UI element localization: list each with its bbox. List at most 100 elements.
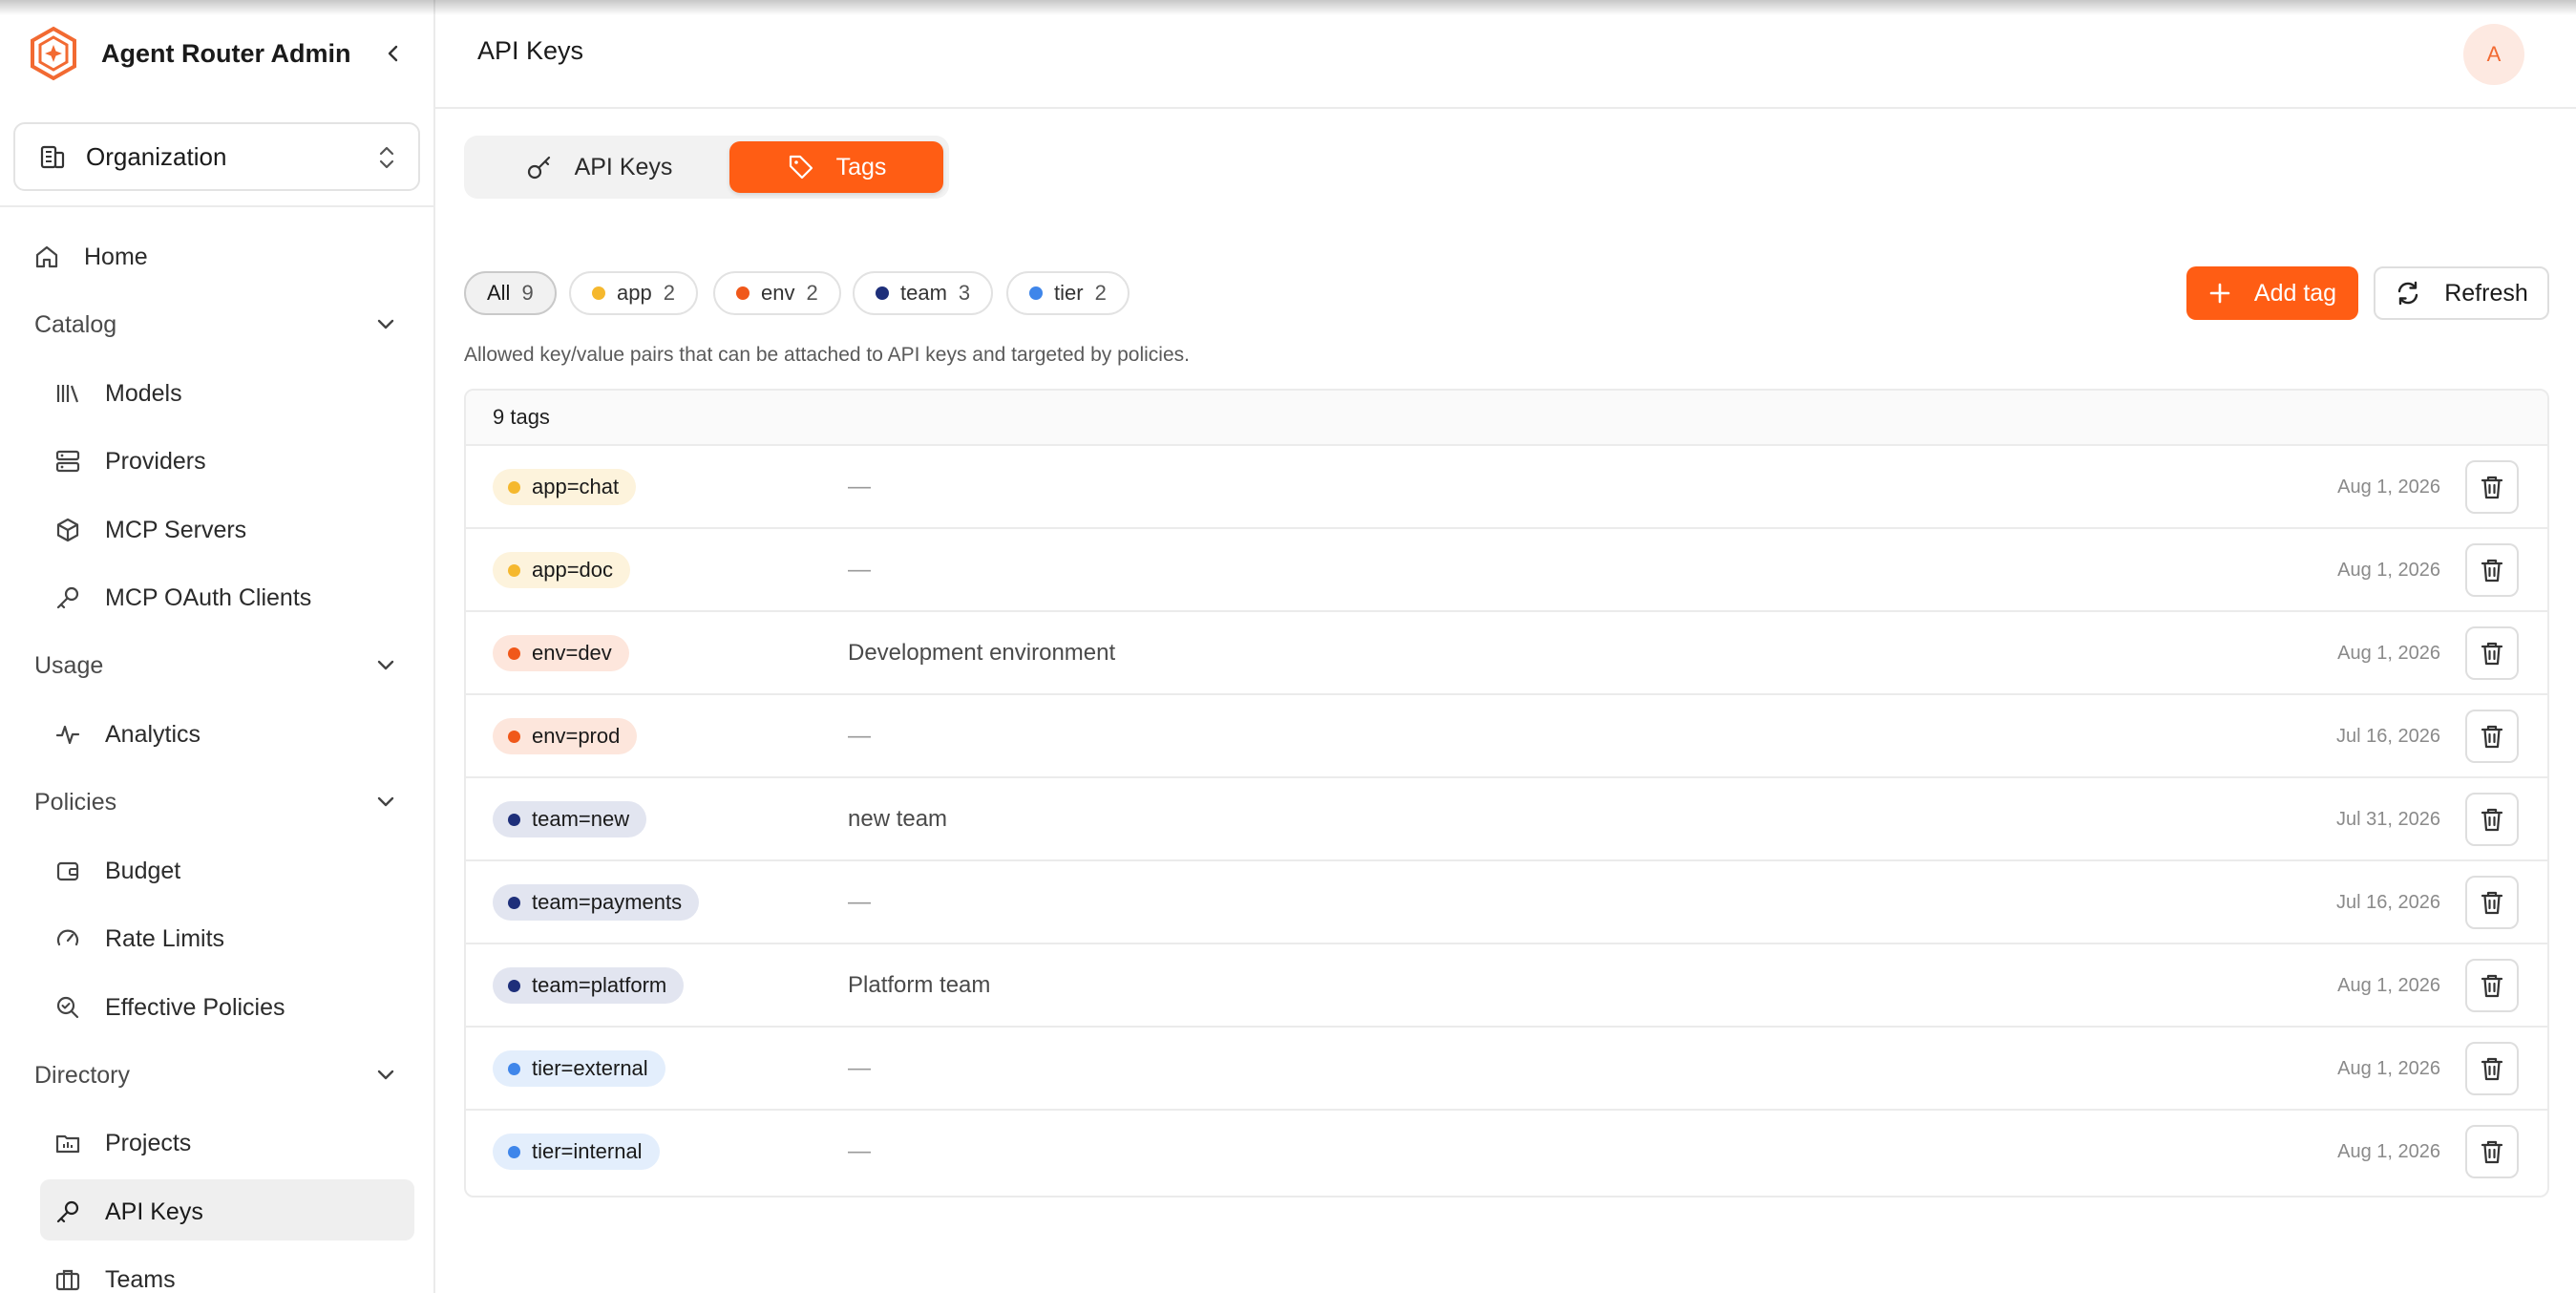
status-dot [736, 286, 750, 300]
table-row: app=doc — Aug 1, 2026 [466, 529, 2547, 612]
sidebar-item-teams[interactable]: Teams [0, 1250, 433, 1293]
status-dot [508, 563, 520, 577]
chip-label: All [487, 281, 511, 305]
filter-chip-env[interactable]: env 2 [713, 271, 841, 315]
tab-label: API Keys [574, 153, 673, 180]
refresh-button[interactable]: Refresh [2374, 266, 2549, 320]
tag-description: — [848, 474, 871, 499]
tab-api-keys[interactable]: API Keys [472, 141, 726, 193]
chip-count: 3 [958, 281, 971, 305]
sidebar-group-catalog[interactable]: Catalog [0, 295, 433, 354]
add-tag-button[interactable]: Add tag [2186, 266, 2358, 320]
table-row: app=chat — Aug 1, 2026 [466, 446, 2547, 529]
status-dot [508, 646, 520, 660]
key-icon [53, 1198, 82, 1226]
delete-tag-button[interactable] [2465, 959, 2519, 1012]
delete-tag-button[interactable] [2465, 626, 2519, 680]
sidebar-group-directory[interactable]: Directory [0, 1046, 433, 1105]
tab-tags[interactable]: Tags [729, 141, 943, 193]
chip-label: team [900, 281, 947, 305]
table-row: team=new new team Jul 31, 2026 [466, 778, 2547, 861]
sidebar-group-label: Usage [34, 651, 104, 679]
organization-label: Organization [86, 141, 227, 171]
tag-pill: env=dev [493, 635, 629, 671]
tag-pill: app=chat [493, 469, 637, 505]
wallet-icon [53, 857, 82, 885]
library-icon [53, 379, 82, 408]
status-dot [508, 1062, 520, 1075]
sidebar-item-label: Budget [105, 857, 181, 884]
sidebar-item-mcp-servers[interactable]: MCP Servers [0, 500, 433, 560]
tag-pill: tier=external [493, 1050, 665, 1087]
delete-tag-button[interactable] [2465, 543, 2519, 597]
building-icon [40, 145, 65, 169]
key-icon [53, 583, 82, 612]
tag-key-value: app=chat [532, 475, 620, 498]
delete-tag-button[interactable] [2465, 876, 2519, 929]
status-dot [1029, 286, 1043, 300]
sidebar-item-label: MCP Servers [105, 516, 247, 543]
add-tag-label: Add tag [2253, 279, 2337, 307]
chip-label: app [617, 281, 652, 305]
brand-title: Agent Router Admin [101, 38, 351, 68]
status-dot [508, 730, 520, 743]
trash-icon [2481, 1057, 2503, 1081]
logo-icon [29, 26, 78, 81]
tag-pill: team=platform [493, 967, 685, 1004]
chip-count: 2 [663, 281, 675, 305]
sidebar-item-providers[interactable]: Providers [0, 432, 433, 491]
server-icon [53, 447, 82, 476]
tag-description: — [848, 1138, 871, 1164]
sidebar-item-models[interactable]: Models [0, 364, 433, 423]
chevron-down-icon [377, 796, 394, 807]
sidebar-item-budget[interactable]: Budget [0, 841, 433, 901]
sidebar-item-label: Models [105, 379, 182, 407]
collapse-sidebar-button[interactable] [374, 34, 412, 73]
sidebar-item-label: Analytics [105, 720, 201, 748]
delete-tag-button[interactable] [2465, 710, 2519, 763]
delete-tag-button[interactable] [2465, 1042, 2519, 1095]
sidebar-item-home[interactable]: Home [0, 227, 433, 286]
refresh-label: Refresh [2444, 279, 2528, 307]
tag-key-value: team=payments [532, 890, 683, 914]
organization-selector[interactable]: Organization [13, 122, 420, 191]
trash-icon [2481, 559, 2503, 583]
delete-tag-button[interactable] [2465, 793, 2519, 846]
sidebar-item-api-keys[interactable]: API Keys [0, 1179, 433, 1241]
sidebar-item-label: Home [84, 243, 148, 270]
delete-tag-button[interactable] [2465, 460, 2519, 514]
chip-count: 9 [521, 281, 534, 305]
delete-tag-button[interactable] [2465, 1125, 2519, 1178]
table-row: team=payments — Jul 16, 2026 [466, 861, 2547, 944]
refresh-icon [2395, 280, 2421, 307]
tag-description: Platform team [848, 972, 991, 998]
sidebar-item-mcp-oauth-clients[interactable]: MCP OAuth Clients [0, 568, 433, 627]
chip-label: env [761, 281, 795, 305]
tag-key-value: env=dev [532, 641, 612, 665]
filter-chip-app[interactable]: app 2 [569, 271, 698, 315]
sidebar-group-usage[interactable]: Usage [0, 636, 433, 695]
sidebar-item-rate-limits[interactable]: Rate Limits [0, 909, 433, 968]
sidebar-item-analytics[interactable]: Analytics [0, 705, 433, 764]
sidebar-item-label: Teams [105, 1265, 176, 1293]
filter-chip-tier[interactable]: tier 2 [1006, 271, 1130, 315]
key-round-icon [525, 153, 554, 181]
top-header: API Keys A [435, 0, 2576, 109]
filter-chip-all[interactable]: All 9 [464, 271, 557, 315]
user-avatar[interactable]: A [2463, 24, 2524, 85]
search-check-icon [53, 993, 82, 1022]
sidebar-group-policies[interactable]: Policies [0, 773, 433, 832]
plus-icon [2208, 282, 2231, 305]
trash-icon [2481, 1140, 2503, 1164]
filter-chip-team[interactable]: team 3 [853, 271, 994, 315]
tag-date: Aug 1, 2026 [2337, 975, 2440, 996]
folder-chart-icon [53, 1129, 82, 1157]
activity-icon [53, 720, 82, 749]
chevron-down-icon [377, 1070, 394, 1080]
briefcase-icon [53, 1265, 82, 1293]
sidebar-item-effective-policies[interactable]: Effective Policies [0, 978, 433, 1037]
tag-description: — [848, 723, 871, 749]
sidebar-item-projects[interactable]: Projects [0, 1113, 433, 1173]
chevron-down-icon [377, 319, 394, 329]
tag-key-value: team=new [532, 807, 630, 831]
